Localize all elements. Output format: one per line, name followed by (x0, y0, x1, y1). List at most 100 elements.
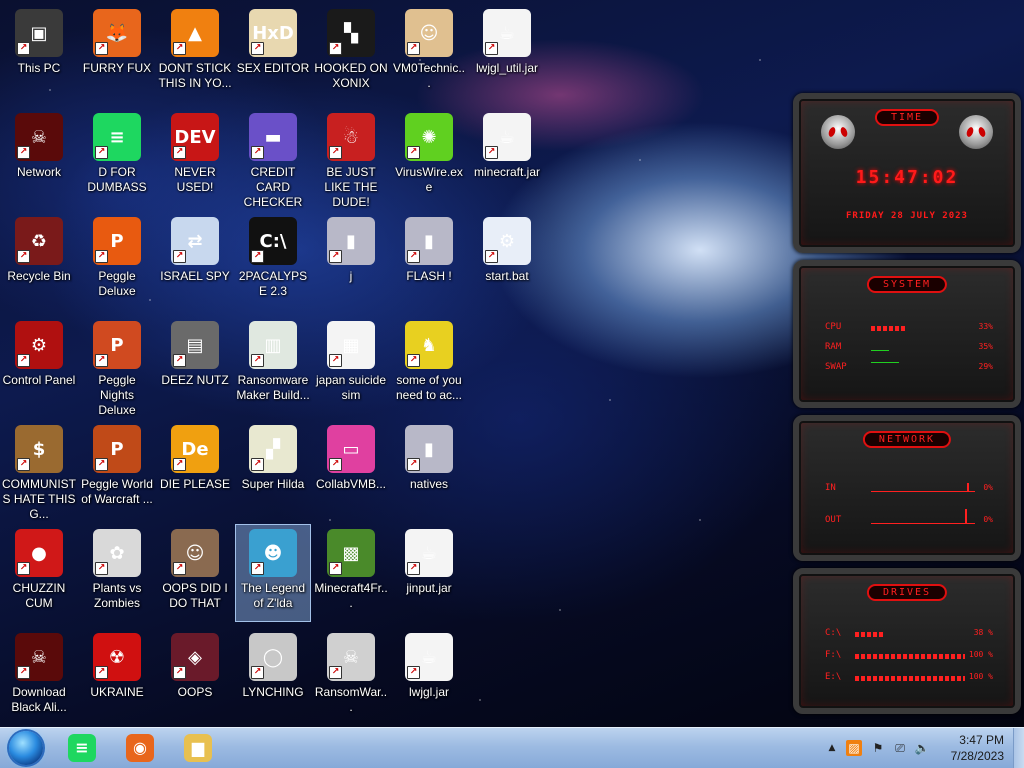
credit-card-icon: ▬ ↗ (249, 113, 297, 161)
desktop-icon[interactable]: C:\ ↗ 2PACALYPSE 2.3 (235, 212, 311, 310)
system-widget: SYSTEM CPU 33% RAM 35% SWAP 29% (793, 260, 1021, 408)
shortcut-arrow-icon: ↗ (173, 42, 186, 55)
desktop-icon-label: OOPS (177, 685, 213, 699)
desktop-icon-label: some of you need to ac... (395, 373, 463, 402)
shortcut-arrow-icon: ↗ (95, 354, 108, 367)
desktop-icon[interactable]: ☕ ↗ minecraft.jar (469, 108, 545, 206)
desktop-icon[interactable]: ▚ ↗ HOOKED ON XONIX (313, 4, 389, 102)
shortcut-arrow-icon: ↗ (251, 666, 264, 679)
desktop-icon[interactable]: ☃ ↗ BE JUST LIKE THE DUDE! (313, 108, 389, 209)
shortcut-arrow-icon: ↗ (17, 354, 30, 367)
desktop-icon[interactable]: ▤ ↗ DEEZ NUTZ (157, 316, 233, 414)
desktop-icon[interactable]: ▮ ↗ j (313, 212, 389, 310)
window-stack-icon: ▤ ↗ (171, 321, 219, 369)
desktop-icon[interactable]: ▭ ↗ CollabVMB... (313, 420, 389, 518)
desktop-icon[interactable]: ☠ ↗ Download Black Ali... (1, 628, 77, 726)
firefox-icon: 🦊 ↗ (93, 9, 141, 57)
desktop-icon[interactable]: ✿ ↗ Plants vs Zombies (79, 524, 155, 622)
alien-skull-icon: ☠ ↗ (15, 113, 63, 161)
start-button[interactable] (9, 731, 43, 765)
action-center-flag-icon[interactable]: ⚑ (870, 740, 886, 756)
desktop-icon[interactable]: ▮ ↗ FLASH ! (391, 212, 467, 310)
spotify-like-icon: ≡ ↗ (93, 113, 141, 161)
desktop-icon[interactable]: DEV ↗ NEVER USED! (157, 108, 233, 206)
desktop-icon[interactable]: ▥ ↗ Ransomware Maker Build... (235, 316, 311, 414)
desktop-icon[interactable]: HxD ↗ SEX EDITOR (235, 4, 311, 102)
drive-f-label: F:\ (825, 650, 842, 660)
desktop-icon[interactable]: ✺ ↗ VirusWire.exe (391, 108, 467, 206)
desktop-icon[interactable]: P ↗ Peggle World of Warcraft ... (79, 420, 155, 518)
desktop-icon[interactable]: ♻ ↗ Recycle Bin (1, 212, 77, 310)
desktop-icon[interactable]: ☠ ↗ Network (1, 108, 77, 206)
desktop-icon[interactable]: 🦊 ↗ FURRY FUX (79, 4, 155, 102)
drive-e-value: 100 % (968, 672, 993, 681)
desktop-icon[interactable]: ▩ ↗ Minecraft4Fr... (313, 524, 389, 622)
cpu-bar (871, 326, 905, 331)
desktop-icon-label: lwjgl_util.jar (475, 61, 539, 75)
shortcut-arrow-icon: ↗ (95, 666, 108, 679)
desktop-icon[interactable]: ▮ ↗ natives (391, 420, 467, 518)
desktop-icon[interactable]: ☕ ↗ lwjgl.jar (391, 628, 467, 726)
desktop-icon[interactable]: De ↗ DIE PLEASE (157, 420, 233, 518)
desktop-icon[interactable]: ▲ ↗ DONT STICK THIS IN YO... (157, 4, 233, 102)
shortcut-arrow-icon: ↗ (251, 146, 264, 159)
shortcut-arrow-icon: ↗ (95, 562, 108, 575)
desktop-icon[interactable]: ☠ ↗ RansomWar... (313, 628, 389, 726)
time-widget: TIME 15:47:02 FRIDAY 28 JULY 2023 (793, 93, 1021, 253)
shortcut-arrow-icon: ↗ (17, 42, 30, 55)
desktop-icon[interactable]: ▣ ↗ This PC (1, 4, 77, 102)
app-tray-icon[interactable]: ▨ (846, 740, 862, 756)
desktop-icon[interactable]: ⚙ ↗ Control Panel (1, 316, 77, 414)
desktop-icon[interactable]: ⚙ ↗ start.bat (469, 212, 545, 310)
desktop-icon[interactable]: ● ↗ CHUZZIN CUM (1, 524, 77, 622)
desktop-icon[interactable]: ☺ ↗ VM0Technic... (391, 4, 467, 102)
desktop-icon-label: Network (16, 165, 61, 179)
desktop-icon-label: DONT STICK THIS IN YO... (158, 61, 232, 90)
net-out-value: 0% (983, 515, 993, 524)
shortcut-arrow-icon: ↗ (251, 42, 264, 55)
taskbar-clock[interactable]: 3:47 PM 7/28/2023 (951, 732, 1004, 764)
desktop-icon[interactable]: ☕ ↗ lwjgl_util.jar (469, 4, 545, 102)
show-desktop-button[interactable] (1013, 728, 1024, 768)
volume-icon[interactable]: 🔈 (914, 740, 930, 756)
desktop-icon[interactable]: ◈ ↗ OOPS (157, 628, 233, 726)
desktop-icon[interactable]: ≡ ↗ D FOR DUMBASS (79, 108, 155, 206)
desktop-icon[interactable]: ☕ ↗ jinput.jar (391, 524, 467, 622)
desktop-icon-label: ISRAEL SPY (160, 269, 230, 283)
desktop-icon-label: CHUZZIN CUM (12, 581, 66, 610)
firefox-taskbar-button[interactable]: ◉ (120, 732, 160, 764)
desktop-icon[interactable]: ☺ ↗ OOPS DID I DO THAT (157, 524, 233, 622)
clock-date: FRIDAY 28 JULY 2023 (846, 211, 968, 221)
ram-value: 35% (978, 342, 993, 351)
console-icon: C:\ ↗ (249, 217, 297, 265)
drive-e-label: E:\ (825, 672, 842, 682)
pixel-game-icon: ▞ ↗ (249, 425, 297, 473)
shortcut-arrow-icon: ↗ (329, 146, 342, 159)
net-out-row: OUT 0% (825, 509, 993, 529)
desktop-icon[interactable]: ⇄ ↗ ISRAEL SPY (157, 212, 233, 310)
file-explorer-taskbar-button[interactable]: ▆ (178, 732, 218, 764)
desktop-icon[interactable]: ◯ ↗ LYNCHING (235, 628, 311, 726)
drive-e-row: E:\ 100 % (825, 672, 993, 686)
notes-app-taskbar-button[interactable]: ≡ (62, 732, 102, 764)
network-icon[interactable]: ⎚ (892, 740, 908, 756)
desktop-icon[interactable]: ☢ ↗ UKRAINE (79, 628, 155, 726)
drive-e-bar (855, 676, 965, 681)
desktop-icon[interactable]: ▞ ↗ Super Hilda (235, 420, 311, 518)
java-icon: ☕ ↗ (405, 529, 453, 577)
desktop-icon[interactable]: P ↗ Peggle Deluxe (79, 212, 155, 310)
desktop-icon[interactable]: ☻ ↗ The Legend of Z'lda (235, 524, 311, 622)
show-hidden-icons-chevron-icon[interactable]: ▲ (824, 740, 840, 756)
desktop-icon[interactable]: ▦ ↗ japan suicide sim (313, 316, 389, 414)
shortcut-arrow-icon: ↗ (173, 354, 186, 367)
drive-c-row: C:\ 38 % (825, 628, 993, 642)
dev-cpp-icon: DEV ↗ (171, 113, 219, 161)
desktop-icon[interactable]: ▬ ↗ CREDIT CARD CHECKER (235, 108, 311, 209)
lime-icon: ✺ ↗ (405, 113, 453, 161)
desktop-icon[interactable]: $ ↗ COMMUNISTS HATE THIS G... (1, 420, 77, 521)
shortcut-arrow-icon: ↗ (173, 458, 186, 471)
cpu-value: 33% (978, 322, 993, 331)
desktop-icon[interactable]: P ↗ Peggle Nights Deluxe (79, 316, 155, 417)
clock-time: 15:47:02 (855, 167, 959, 188)
desktop-icon[interactable]: ♞ ↗ some of you need to ac... (391, 316, 467, 414)
